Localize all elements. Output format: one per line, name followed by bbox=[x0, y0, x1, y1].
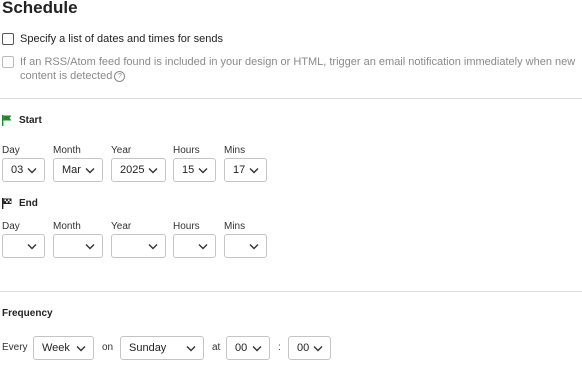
chevron-down-icon bbox=[148, 244, 158, 250]
at-label: at bbox=[212, 342, 221, 353]
start-day-value: 03 bbox=[11, 164, 24, 176]
start-month-value: Mar bbox=[62, 164, 81, 176]
start-month-label: Month bbox=[53, 145, 81, 156]
chevron-down-icon bbox=[313, 346, 323, 352]
start-day-label: Day bbox=[2, 145, 20, 156]
chevron-down-icon bbox=[198, 168, 208, 174]
start-year-label: Year bbox=[111, 145, 132, 156]
frequency-hour-value: 00 bbox=[235, 342, 248, 354]
specify-list-checkbox[interactable] bbox=[2, 33, 14, 45]
every-label: Every bbox=[2, 342, 28, 353]
chevron-down-icon bbox=[76, 346, 86, 352]
end-mins-select[interactable] bbox=[224, 234, 267, 258]
chevron-down-icon bbox=[148, 168, 158, 174]
specify-list-label: Specify a list of dates and times for se… bbox=[20, 33, 223, 45]
end-year-select[interactable] bbox=[111, 234, 166, 258]
time-separator: : bbox=[278, 342, 281, 353]
chevron-down-icon bbox=[249, 168, 259, 174]
end-mins-label: Mins bbox=[224, 221, 246, 232]
start-hours-value: 15 bbox=[182, 164, 195, 176]
end-heading-text: End bbox=[19, 198, 38, 209]
start-hours-select[interactable]: 15 bbox=[173, 158, 216, 182]
page-title: Schedule bbox=[2, 0, 78, 17]
chevron-down-icon bbox=[27, 168, 37, 174]
rss-trigger-checkbox bbox=[2, 56, 14, 68]
start-mins-value: 17 bbox=[233, 164, 246, 176]
rss-trigger-option: If an RSS/Atom feed found is included in… bbox=[2, 55, 576, 83]
on-label: on bbox=[102, 342, 114, 353]
end-day-select[interactable] bbox=[2, 234, 45, 258]
start-mins-select[interactable]: 17 bbox=[224, 158, 267, 182]
chevron-down-icon bbox=[198, 244, 208, 250]
start-day-select[interactable]: 03 bbox=[2, 158, 45, 182]
end-hours-label: Hours bbox=[173, 221, 200, 232]
chevron-down-icon bbox=[85, 168, 95, 174]
rss-trigger-text: If an RSS/Atom feed found is included in… bbox=[20, 56, 576, 82]
chevron-down-icon bbox=[249, 244, 259, 250]
rss-trigger-label: If an RSS/Atom feed found is included in… bbox=[20, 55, 576, 83]
end-month-select[interactable] bbox=[53, 234, 103, 258]
start-mins-label: Mins bbox=[224, 145, 246, 156]
frequency-minute-select[interactable]: 00 bbox=[288, 336, 331, 360]
chevron-down-icon bbox=[27, 244, 37, 250]
frequency-period-value: Week bbox=[42, 342, 70, 354]
start-year-value: 2025 bbox=[120, 164, 145, 176]
help-icon[interactable]: ? bbox=[114, 70, 126, 82]
chevron-down-icon bbox=[85, 244, 95, 250]
frequency-period-select[interactable]: Week bbox=[33, 336, 94, 360]
start-month-select[interactable]: Mar bbox=[53, 158, 103, 182]
end-year-label: Year bbox=[111, 221, 132, 232]
end-day-label: Day bbox=[2, 221, 20, 232]
frequency-weekday-value: Sunday bbox=[129, 342, 167, 354]
frequency-minute-value: 00 bbox=[297, 342, 310, 354]
chevron-down-icon bbox=[186, 346, 196, 352]
start-year-select[interactable]: 2025 bbox=[111, 158, 166, 182]
divider bbox=[0, 291, 582, 292]
end-heading: End bbox=[2, 198, 38, 209]
chevron-down-icon bbox=[252, 346, 262, 352]
start-heading: Start bbox=[2, 115, 42, 126]
end-month-label: Month bbox=[53, 221, 81, 232]
end-hours-select[interactable] bbox=[173, 234, 216, 258]
specify-list-option[interactable]: Specify a list of dates and times for se… bbox=[2, 32, 223, 46]
frequency-heading: Frequency bbox=[2, 308, 53, 319]
divider bbox=[0, 98, 582, 99]
start-heading-text: Start bbox=[19, 115, 42, 126]
frequency-hour-select[interactable]: 00 bbox=[226, 336, 270, 360]
start-hours-label: Hours bbox=[173, 145, 200, 156]
frequency-weekday-select[interactable]: Sunday bbox=[120, 336, 204, 360]
checkered-flag-icon bbox=[2, 198, 12, 209]
flag-icon bbox=[2, 115, 12, 126]
